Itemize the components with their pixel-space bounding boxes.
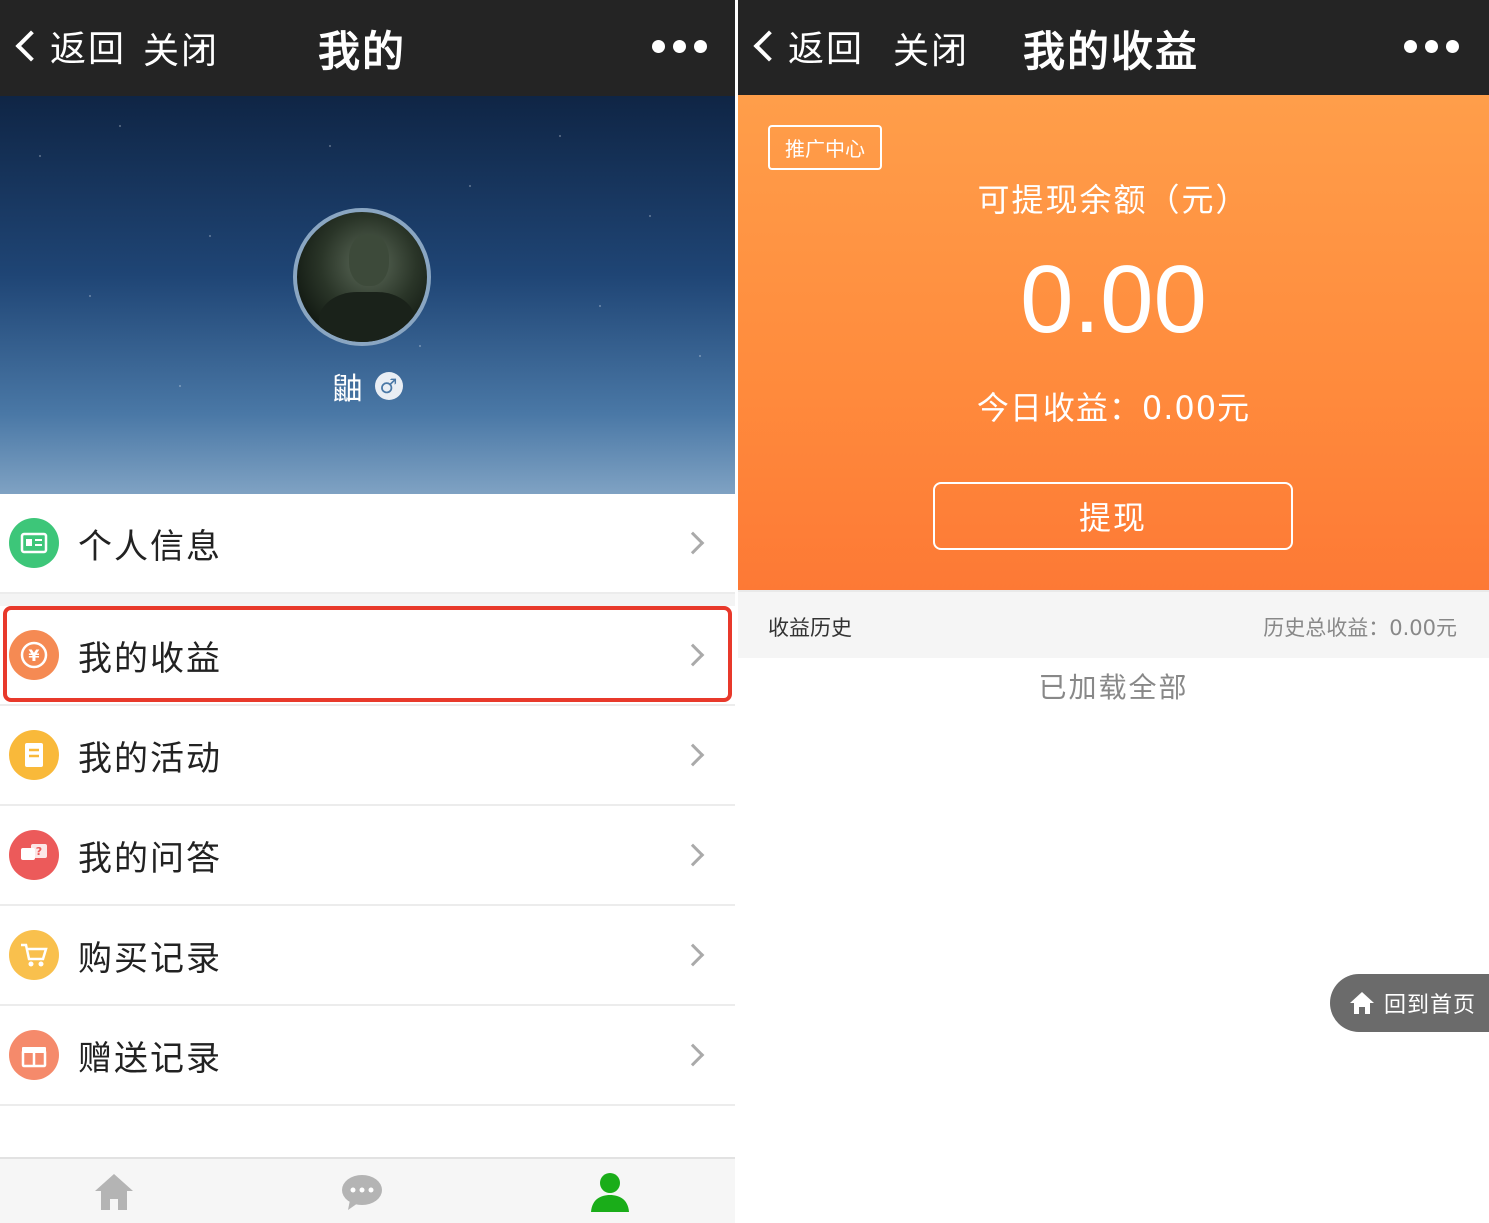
more-menu-icon[interactable] bbox=[1404, 40, 1459, 53]
earnings-panel: 推广中心 可提现余额（元） 0.00 今日收益：0.00元 提现 bbox=[738, 95, 1489, 590]
chat-icon bbox=[342, 1175, 382, 1210]
history-total: 历史总收益：0.00元 bbox=[1263, 616, 1457, 640]
user-icon bbox=[591, 1173, 629, 1212]
username: 鼬 bbox=[332, 372, 363, 407]
menu-item-purchase-records[interactable]: 购买记录 bbox=[0, 906, 735, 1006]
menu-item-label: 赠送记录 bbox=[78, 1038, 222, 1079]
more-menu-icon[interactable] bbox=[652, 40, 707, 53]
navbar: 返回 关闭 我的 bbox=[0, 0, 735, 96]
id-card-icon bbox=[9, 518, 59, 568]
avatar[interactable] bbox=[293, 208, 431, 346]
today-earnings: 今日收益：0.00元 bbox=[976, 389, 1251, 427]
menu-item-label: 个人信息 bbox=[78, 526, 222, 567]
profile-header: 鼬 ♂ bbox=[0, 96, 735, 494]
back-to-home-label: 回到首页 bbox=[1384, 993, 1477, 1018]
chevron-right-icon bbox=[681, 1043, 705, 1067]
page-title: 我的 bbox=[318, 27, 407, 76]
close-button[interactable]: 关闭 bbox=[893, 22, 969, 74]
menu-item-my-qa[interactable]: ? 我的问答 bbox=[0, 806, 735, 906]
home-icon bbox=[95, 1174, 133, 1210]
tab-home[interactable] bbox=[84, 1165, 144, 1219]
chevron-right-icon bbox=[681, 643, 705, 667]
balance-amount: 0.00 bbox=[1020, 246, 1207, 353]
back-button[interactable]: 返回 bbox=[750, 20, 864, 72]
profile-screen: 返回 关闭 我的 鼬 ♂ 个人信息 ¥ 我的收益 我的活动 ? 我的问答 购买记… bbox=[0, 0, 735, 1223]
chevron-left-icon bbox=[753, 30, 785, 62]
chevron-right-icon bbox=[681, 531, 705, 555]
chevron-right-icon bbox=[681, 743, 705, 767]
balance-label: 可提现余额（元） bbox=[977, 181, 1250, 219]
divider bbox=[0, 594, 735, 606]
svg-text:?: ? bbox=[36, 845, 42, 858]
menu-item-personal-info[interactable]: 个人信息 bbox=[0, 494, 735, 594]
menu-item-label: 我的活动 bbox=[78, 738, 222, 779]
shopping-cart-icon bbox=[9, 930, 59, 980]
menu-item-label: 我的问答 bbox=[78, 838, 222, 879]
menu-item-my-earnings[interactable]: ¥ 我的收益 bbox=[0, 606, 735, 706]
earnings-history-header: 收益历史 历史总收益：0.00元 bbox=[738, 590, 1489, 658]
menu-item-label: 我的收益 bbox=[78, 638, 222, 679]
back-label: 返回 bbox=[50, 29, 127, 70]
activity-list-icon bbox=[9, 730, 59, 780]
username-row: 鼬 ♂ bbox=[0, 364, 735, 408]
menu-item-my-activities[interactable]: 我的活动 bbox=[0, 706, 735, 806]
back-label: 返回 bbox=[788, 29, 865, 70]
back-to-home-button[interactable]: 回到首页 bbox=[1330, 974, 1489, 1032]
svg-text:¥: ¥ bbox=[28, 646, 39, 665]
tab-me[interactable] bbox=[580, 1165, 640, 1219]
gift-box-icon bbox=[9, 1030, 59, 1080]
close-button[interactable]: 关闭 bbox=[143, 22, 219, 74]
bottom-tabbar bbox=[0, 1157, 735, 1223]
yuan-coin-icon: ¥ bbox=[9, 630, 59, 680]
tab-messages[interactable] bbox=[332, 1165, 392, 1219]
withdraw-button[interactable]: 提现 bbox=[933, 482, 1293, 550]
menu-item-gift-records[interactable]: 赠送记录 bbox=[0, 1006, 735, 1106]
chevron-right-icon bbox=[681, 943, 705, 967]
promo-center-button[interactable]: 推广中心 bbox=[768, 125, 882, 170]
page-title: 我的收益 bbox=[1023, 27, 1200, 76]
chevron-left-icon bbox=[15, 30, 47, 62]
navbar: 返回 关闭 我的收益 bbox=[738, 0, 1489, 95]
male-gender-icon: ♂ bbox=[374, 372, 403, 400]
home-icon bbox=[1350, 992, 1374, 1014]
back-button[interactable]: 返回 bbox=[12, 20, 126, 72]
profile-menu: 个人信息 ¥ 我的收益 我的活动 ? 我的问答 购买记录 赠送记录 bbox=[0, 494, 735, 1106]
chevron-right-icon bbox=[681, 843, 705, 867]
earnings-screen: 返回 关闭 我的收益 推广中心 可提现余额（元） 0.00 今日收益：0.00元… bbox=[738, 0, 1489, 1223]
menu-item-label: 购买记录 bbox=[78, 938, 222, 979]
qa-bubble-icon: ? bbox=[9, 830, 59, 880]
history-title: 收益历史 bbox=[768, 616, 852, 640]
loaded-all-text: 已加载全部 bbox=[1038, 671, 1189, 704]
